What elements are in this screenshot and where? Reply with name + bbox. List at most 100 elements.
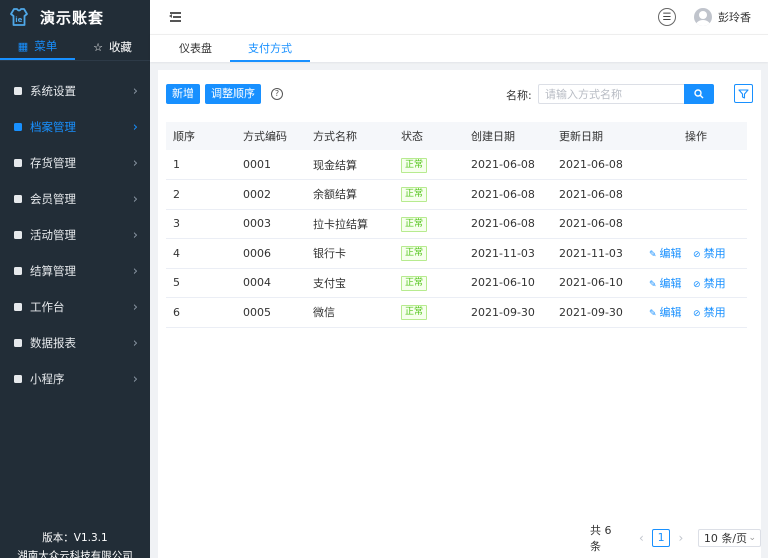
ban-icon: ⊘ [693,279,701,290]
content-card: 新增 调整顺序 ? 名称: 顺序 方式编码 方式名称 状态 创建日期 更新日期 [158,70,761,558]
avatar[interactable] [694,8,712,26]
sidebar-item-mini-program[interactable]: 小程序 › [0,361,150,397]
archive-icon [14,123,22,131]
add-button[interactable]: 新增 [166,84,200,104]
star-icon: ☆ [93,40,103,54]
col-updated[interactable]: 更新日期 [552,122,638,150]
col-code[interactable]: 方式编码 [236,122,306,150]
cell-ops: ✎ 编辑 ⊘ 禁用 [638,297,747,328]
edit-link[interactable]: ✎ 编辑 [649,247,682,260]
cell-ops [638,150,747,180]
cell-status: 正常 [394,268,464,298]
table-row[interactable]: 3 0003 拉卡拉结算 正常 2021-06-08 2021-06-08 [166,209,747,239]
sidebar-item-members[interactable]: 会员管理 › [0,181,150,217]
tab-menu[interactable]: ▦ 菜单 [0,34,75,60]
help-icon[interactable]: ? [271,88,283,100]
sidebar-menu: 系统设置 › 档案管理 › 存货管理 › 会员管理 › 活动管理 › 结算管理 … [0,73,150,397]
sidebar-item-label: 会员管理 [30,192,76,206]
cell-created: 2021-06-10 [464,268,552,298]
cell-created: 2021-06-08 [464,150,552,180]
svg-text:ie: ie [15,16,22,24]
table-row[interactable]: 6 0005 微信 正常 2021-09-30 2021-09-30 ✎ 编辑 ⊘… [166,297,747,328]
pie-chart-icon [14,339,22,347]
edit-label: 编辑 [659,247,682,261]
search-button[interactable] [684,84,714,104]
name-filter-label: 名称: [506,89,532,102]
cell-ops [638,209,747,239]
table-row[interactable]: 1 0001 现金结算 正常 2021-06-08 2021-06-08 [166,150,747,180]
menu-collapse-icon[interactable] [168,11,182,23]
search-input[interactable] [538,84,692,104]
edit-link[interactable]: ✎ 编辑 [649,306,682,319]
disable-link[interactable]: ⊘ 禁用 [693,277,726,290]
table-header-row: 顺序 方式编码 方式名称 状态 创建日期 更新日期 操作 [166,122,747,150]
cell-order: 4 [166,238,236,269]
col-order[interactable]: 顺序 [166,122,236,150]
cell-order: 6 [166,297,236,328]
table-row[interactable]: 4 0006 银行卡 正常 2021-11-03 2021-11-03 ✎ 编辑 … [166,238,747,269]
ban-icon: ⊘ [693,309,701,320]
cell-order: 2 [166,179,236,210]
prev-page-icon[interactable]: ‹ [634,531,648,545]
status-badge: 正常 [401,157,428,173]
sidebar-item-label: 存货管理 [30,156,76,170]
grid-icon: ▦ [17,39,29,53]
chevron-right-icon: › [132,371,138,387]
sidebar-item-reports[interactable]: 数据报表 › [0,325,150,361]
user-name[interactable]: 彭玲香 [718,9,751,25]
cell-status: 正常 [394,150,464,180]
sidebar-item-system-settings[interactable]: 系统设置 › [0,73,150,109]
cell-created: 2021-09-30 [464,297,552,328]
col-created[interactable]: 创建日期 [464,122,552,150]
chevron-right-icon: › [132,119,138,135]
status-badge: 正常 [401,187,428,203]
cell-updated: 2021-09-30 [552,297,638,328]
toolbar: 新增 调整顺序 ? 名称: [166,84,753,104]
edit-link[interactable]: ✎ 编辑 [649,277,682,290]
disable-label: 禁用 [703,247,726,261]
disable-link[interactable]: ⊘ 禁用 [693,247,726,260]
sidebar-item-settlement[interactable]: 结算管理 › [0,253,150,289]
col-status[interactable]: 状态 [394,122,464,150]
table-row[interactable]: 5 0004 支付宝 正常 2021-06-10 2021-06-10 ✎ 编辑 … [166,268,747,298]
page-size-select[interactable]: 10 条/页 ⌄ [697,529,761,547]
reorder-button[interactable]: 调整顺序 [205,84,261,104]
sidebar-item-workbench[interactable]: 工作台 › [0,289,150,325]
page-number[interactable]: 1 [652,529,671,547]
header: ☰ 彭玲香 [150,0,768,34]
col-name[interactable]: 方式名称 [306,122,394,150]
company-text: 湖南大众云科技有限公司 [17,550,133,558]
gift-icon [14,231,22,239]
cell-updated: 2021-06-08 [552,150,638,180]
sidebar-item-activities[interactable]: 活动管理 › [0,217,150,253]
cell-code: 0003 [236,209,306,239]
tab-dashboard[interactable]: 仪表盘 [161,35,230,62]
cell-created: 2021-06-08 [464,209,552,239]
sidebar-item-label: 工作台 [30,300,65,314]
disable-label: 禁用 [703,306,726,320]
cell-created: 2021-11-03 [464,238,552,269]
settings-icon [14,87,22,95]
sidebar-item-archive[interactable]: 档案管理 › [0,109,150,145]
sidebar-item-label: 数据报表 [30,336,76,350]
disable-link[interactable]: ⊘ 禁用 [693,306,726,319]
cell-name: 现金结算 [306,150,394,180]
next-page-icon[interactable]: › [674,531,688,545]
cell-ops: ✎ 编辑 ⊘ 禁用 [638,238,747,269]
tab-menu-label: 菜单 [34,39,58,53]
cell-code: 0005 [236,297,306,328]
filter-button[interactable] [734,84,753,103]
search-icon [694,89,704,99]
table-row[interactable]: 2 0002 余额结算 正常 2021-06-08 2021-06-08 [166,179,747,210]
tab-payment-methods[interactable]: 支付方式 [230,35,310,62]
menu-lines-icon[interactable]: ☰ [658,8,676,26]
cell-order: 1 [166,150,236,180]
sidebar-item-inventory[interactable]: 存货管理 › [0,145,150,181]
status-badge: 正常 [401,246,428,262]
cell-code: 0002 [236,179,306,210]
chevron-right-icon: › [132,83,138,99]
box-icon [14,159,22,167]
status-badge: 正常 [401,305,428,321]
tab-favorites[interactable]: ☆ 收藏 [75,34,150,60]
edit-icon: ✎ [649,309,657,320]
